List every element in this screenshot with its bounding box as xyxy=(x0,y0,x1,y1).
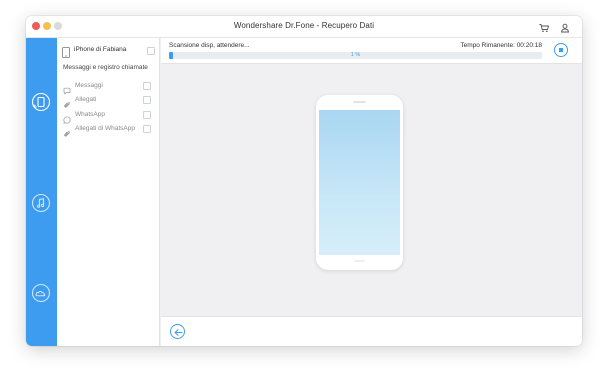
phone-illustration xyxy=(316,95,403,270)
bottom-bar xyxy=(161,316,582,346)
back-button[interactable] xyxy=(170,324,185,339)
list-item-allegati[interactable]: Allegati xyxy=(63,95,156,108)
item-label: WhatsApp xyxy=(75,111,105,118)
list-item-whatsapp[interactable]: WhatsApp xyxy=(63,110,156,124)
item-checkbox[interactable] xyxy=(143,111,151,119)
mode-rail xyxy=(26,38,57,346)
scan-progress-label: 1 % xyxy=(350,52,361,58)
data-type-sidebar: iPhone di Fabiana Messaggi e registro ch… xyxy=(57,38,160,346)
item-checkbox[interactable] xyxy=(143,125,151,133)
item-checkbox[interactable] xyxy=(143,82,151,90)
title-bar: Wondershare Dr.Fone - Recupero Dati xyxy=(26,16,582,38)
stop-scan-button[interactable] xyxy=(554,43,568,57)
scan-status-text: Scansione disp, attendere... xyxy=(169,42,250,49)
message-icon xyxy=(63,82,71,95)
time-remaining-text: Tempo Rimanente: 00:20:18 xyxy=(460,42,542,49)
cart-icon[interactable] xyxy=(538,21,550,33)
item-label: Allegati xyxy=(75,96,97,103)
icloud-recovery-icon[interactable] xyxy=(31,283,51,303)
phone-home-indicator xyxy=(354,260,365,262)
device-checkbox[interactable] xyxy=(147,47,155,55)
device-recovery-icon[interactable] xyxy=(31,92,51,112)
device-row[interactable]: iPhone di Fabiana xyxy=(62,44,157,58)
item-label: Allegati di WhatsApp xyxy=(75,125,135,132)
list-item-allegati-whatsapp[interactable]: Allegati di WhatsApp xyxy=(63,124,156,137)
list-item-messaggi[interactable]: Messaggi xyxy=(63,81,156,95)
scan-progress-bar: 1 % xyxy=(169,52,542,59)
main-panel: Scansione disp, attendere... Tempo Riman… xyxy=(161,38,582,346)
user-icon[interactable] xyxy=(559,21,571,33)
phone-screen xyxy=(319,110,400,255)
device-name: iPhone di Fabiana xyxy=(74,46,127,53)
whatsapp-icon xyxy=(63,111,71,124)
window-title: Wondershare Dr.Fone - Recupero Dati xyxy=(233,21,375,30)
item-label: Messaggi xyxy=(75,82,103,89)
stop-icon xyxy=(559,48,563,52)
item-checkbox[interactable] xyxy=(143,96,151,104)
phone-icon xyxy=(62,45,70,58)
paperclip-icon xyxy=(63,125,71,137)
category-label: Messaggi e registro chiamate xyxy=(63,64,148,71)
arrow-left-icon xyxy=(174,329,183,336)
app-window: Wondershare Dr.Fone - Recupero Dati iPho… xyxy=(26,16,582,346)
itunes-recovery-icon[interactable] xyxy=(31,193,51,213)
phone-speaker xyxy=(353,101,366,103)
scan-status-bar: Scansione disp, attendere... Tempo Riman… xyxy=(161,38,582,64)
paperclip-icon xyxy=(63,96,71,108)
